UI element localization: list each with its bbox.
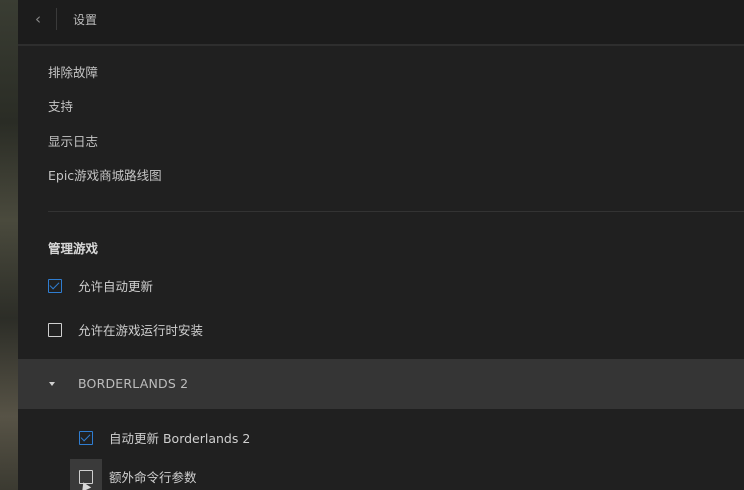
caret-down-icon (49, 382, 55, 386)
chevron-left-icon: ‹ (35, 10, 41, 28)
allow-auto-update-label: 允许自动更新 (78, 279, 154, 294)
show-logs-link[interactable]: 显示日志 (48, 131, 98, 150)
background-artwork (0, 0, 18, 490)
roadmap-link[interactable]: Epic游戏商城路线图 (48, 165, 162, 184)
game-auto-update-label: 自动更新 Borderlands 2 (109, 431, 251, 446)
extra-args-label: 额外命令行参数 (109, 470, 197, 485)
support-link[interactable]: 支持 (48, 96, 73, 115)
allow-install-while-playing-label: 允许在游戏运行时安装 (78, 323, 204, 338)
game-auto-update-option[interactable]: 自动更新 Borderlands 2 (79, 428, 250, 447)
game-auto-update-checkbox[interactable] (79, 430, 93, 445)
extra-args-option[interactable]: 额外命令行参数 (79, 467, 197, 486)
page-title: 设置 (73, 13, 98, 27)
manage-games-heading: 管理游戏 (48, 241, 99, 256)
allow-install-while-playing-option[interactable]: 允许在游戏运行时安装 (48, 320, 203, 339)
settings-panel: ‹ 设置 排除故障 支持 显示日志 Epic游戏商城路线图 管理游戏 允许自动更… (18, 0, 744, 490)
header-divider (56, 8, 57, 30)
troubleshoot-link[interactable]: 排除故障 (48, 62, 98, 81)
game-title: BORDERLANDS 2 (78, 376, 189, 391)
game-section-toggle[interactable]: BORDERLANDS 2 (18, 359, 744, 409)
allow-auto-update-option[interactable]: 允许自动更新 (48, 276, 153, 295)
allow-install-while-playing-checkbox[interactable] (48, 322, 62, 337)
section-divider (48, 211, 744, 212)
allow-auto-update-checkbox[interactable] (48, 278, 62, 293)
back-button[interactable]: ‹ (28, 9, 48, 29)
settings-header: ‹ 设置 (18, 0, 744, 46)
